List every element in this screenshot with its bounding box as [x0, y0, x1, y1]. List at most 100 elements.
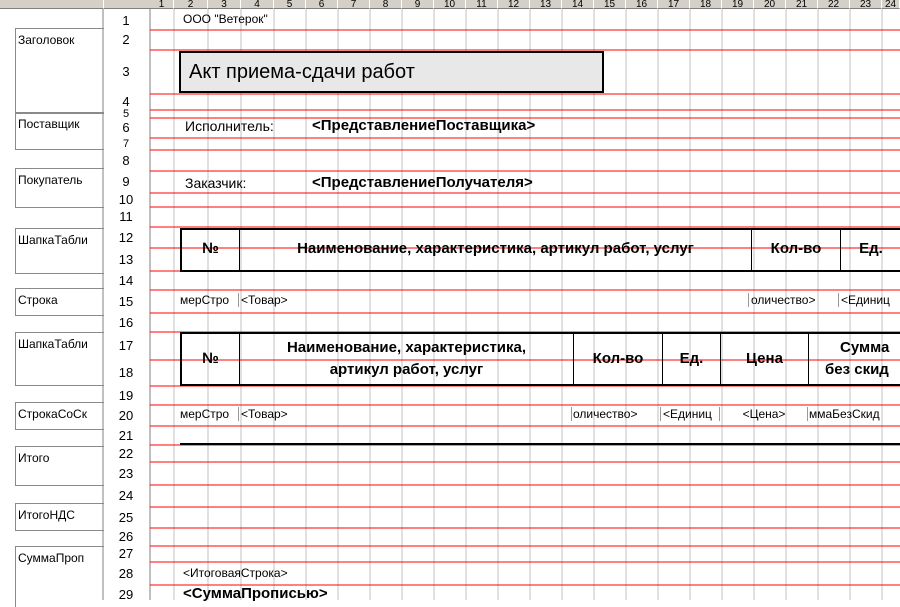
table2-header-name-line1: Наименование, характеристика,: [286, 339, 527, 356]
column-number-5[interactable]: 5: [274, 0, 306, 9]
group-stroka-so-sk[interactable]: СтрокаСоСк: [15, 402, 104, 430]
group-summa-prop[interactable]: СуммаПроп: [15, 546, 104, 607]
title-box[interactable]: Акт приема-сдачи работ: [179, 51, 604, 93]
row20-sum[interactable]: ммаБезСкид: [809, 407, 900, 421]
column-number-17[interactable]: 17: [658, 0, 690, 9]
column-number-10[interactable]: 10: [434, 0, 466, 9]
row-number-12[interactable]: 12: [103, 227, 149, 248]
column-number-2[interactable]: 2: [174, 0, 208, 9]
column-number-1[interactable]: 1: [150, 0, 174, 9]
column-number-19[interactable]: 19: [722, 0, 754, 9]
column-number-22[interactable]: 22: [818, 0, 850, 9]
column-number-11[interactable]: 11: [466, 0, 498, 9]
group-stroka[interactable]: Строка: [15, 288, 104, 316]
row-number-25[interactable]: 25: [103, 507, 149, 528]
row-number-28[interactable]: 28: [103, 562, 149, 585]
cell-summa-propisyu[interactable]: <СуммаПрописью>: [183, 585, 328, 602]
group-shapka2[interactable]: ШапкаТабли: [15, 332, 104, 386]
group-itogo[interactable]: Итого: [15, 446, 104, 486]
row-number-29[interactable]: 29: [103, 585, 149, 604]
table2-header-name-line2: артикул работ, услуг: [329, 361, 484, 378]
table1-header: № Наименование, характеристика, артикул …: [180, 228, 900, 272]
group-pokupatel[interactable]: Покупатель: [15, 168, 104, 208]
row-number-24[interactable]: 24: [103, 485, 149, 507]
row-number-20[interactable]: 20: [103, 405, 149, 426]
row-number-1[interactable]: 1: [103, 12, 149, 30]
row-number-9[interactable]: 9: [103, 171, 149, 193]
value-ispolnitel[interactable]: <ПредставлениеПоставщика>: [312, 117, 535, 134]
label-zakazchik[interactable]: Заказчик:: [185, 175, 246, 191]
row-number-21[interactable]: 21: [103, 426, 149, 445]
row-number-23[interactable]: 23: [103, 462, 149, 485]
row-number-6[interactable]: 6: [103, 118, 149, 138]
table2-header-qty: Кол-во: [592, 350, 644, 367]
row-number-14[interactable]: 14: [103, 271, 149, 290]
row-number-8[interactable]: 8: [103, 150, 149, 171]
group-itogo-nds[interactable]: ИтогоНДС: [15, 503, 104, 531]
table1-header-num: №: [202, 240, 219, 257]
cell-itogovaya-stroka[interactable]: <ИтоговаяСтрока>: [183, 566, 288, 580]
row-number-19[interactable]: 19: [103, 386, 149, 405]
table2-row: мерСтро <Товар> оличество> <Единиц <Цена…: [180, 405, 900, 425]
row20-qty[interactable]: оличество>: [573, 407, 661, 421]
row15-unit[interactable]: <Единиц: [841, 293, 900, 307]
row20-unit[interactable]: <Единиц: [663, 407, 720, 421]
group-shapka1[interactable]: ШапкаТабли: [15, 228, 104, 274]
group-label: Покупатель: [18, 173, 83, 187]
group-label: Итого: [18, 451, 50, 465]
value-zakazchik[interactable]: <ПредставлениеПолучателя>: [312, 174, 533, 191]
column-number-6[interactable]: 6: [306, 0, 338, 9]
column-number-23[interactable]: 23: [850, 0, 882, 9]
column-number-8[interactable]: 8: [370, 0, 402, 9]
table2-header-sum-line2: без скид: [825, 361, 889, 378]
row-number-15[interactable]: 15: [103, 290, 149, 313]
row-number-5[interactable]: 5: [103, 109, 149, 120]
row15-tovar[interactable]: <Товар>: [241, 293, 749, 307]
group-label: Строка: [18, 293, 58, 307]
column-number-4[interactable]: 4: [241, 0, 274, 9]
column-number-7[interactable]: 7: [338, 0, 370, 9]
table2-header-price: Цена: [746, 350, 783, 367]
group-postavshik[interactable]: Поставщик: [15, 112, 104, 150]
column-number-15[interactable]: 15: [594, 0, 626, 9]
column-number-13[interactable]: 13: [530, 0, 562, 9]
row-number-26[interactable]: 26: [103, 528, 149, 546]
column-number-20[interactable]: 20: [754, 0, 786, 9]
column-number-16[interactable]: 16: [626, 0, 658, 9]
group-label: Поставщик: [18, 117, 80, 131]
row15-num[interactable]: мерСтро: [180, 293, 239, 307]
column-header-corner: [103, 0, 151, 9]
column-number-21[interactable]: 21: [786, 0, 818, 9]
row-number-11[interactable]: 11: [103, 207, 149, 227]
cell-organization[interactable]: ООО "Ветерок": [183, 12, 268, 26]
column-number-14[interactable]: 14: [562, 0, 594, 9]
row-number-22[interactable]: 22: [103, 445, 149, 462]
row-number-2[interactable]: 2: [103, 30, 149, 50]
column-number-9[interactable]: 9: [402, 0, 434, 9]
row20-num[interactable]: мерСтро: [180, 407, 239, 421]
table1-header-unit: Ед.: [859, 240, 883, 257]
row-number-18[interactable]: 18: [103, 360, 149, 386]
row20-tovar[interactable]: <Товар>: [241, 407, 572, 421]
row-number-17[interactable]: 17: [103, 332, 149, 360]
group-label: ШапкаТабли: [18, 337, 88, 351]
row-number-27[interactable]: 27: [103, 546, 149, 562]
row-number-13[interactable]: 13: [103, 248, 149, 271]
column-number-12[interactable]: 12: [498, 0, 530, 9]
label-ispolnitel[interactable]: Исполнитель:: [185, 118, 274, 134]
column-number-24[interactable]: 24: [882, 0, 900, 9]
group-label: ШапкаТабли: [18, 233, 88, 247]
row20-price[interactable]: <Цена>: [721, 407, 808, 421]
table2-header-unit: Ед.: [679, 350, 704, 367]
row-number-3[interactable]: 3: [103, 50, 149, 94]
group-zagolovok[interactable]: Заголовок: [15, 28, 104, 114]
row15-qty[interactable]: оличество>: [751, 293, 839, 307]
row-number-10[interactable]: 10: [103, 193, 149, 207]
group-label: СтрокаСоСк: [18, 407, 87, 421]
table2-bottom-border: [180, 443, 900, 445]
column-number-3[interactable]: 3: [208, 0, 241, 9]
row-number-16[interactable]: 16: [103, 313, 149, 332]
table2-header-sum-line1: Сумма: [840, 339, 890, 356]
column-number-18[interactable]: 18: [690, 0, 722, 9]
row-number-7[interactable]: 7: [103, 138, 149, 150]
